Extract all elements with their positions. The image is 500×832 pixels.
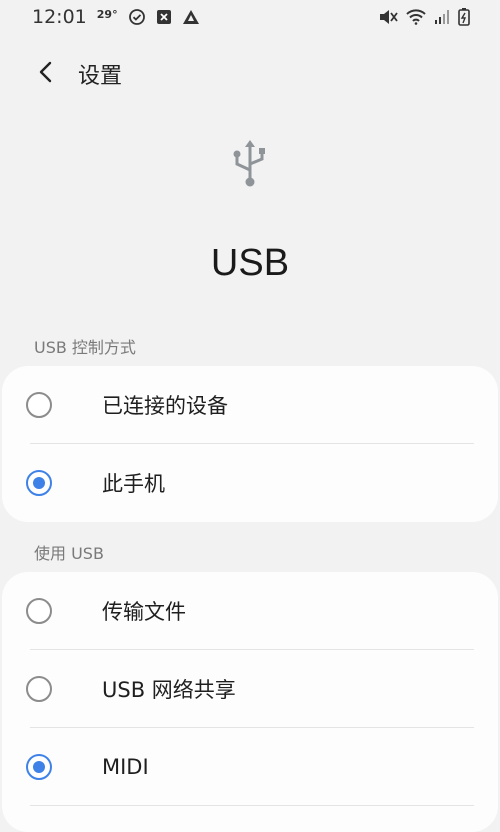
radio-button[interactable] xyxy=(26,676,52,702)
section-label-use: 使用 USB xyxy=(34,544,104,563)
section-label-control: USB 控制方式 xyxy=(34,338,136,357)
option-connected-device[interactable]: 已连接的设备 xyxy=(2,366,498,444)
signal-icon xyxy=(434,9,450,25)
control-card: 已连接的设备 此手机 xyxy=(2,366,498,522)
option-label: 传输文件 xyxy=(102,600,186,624)
usb-icon xyxy=(228,138,272,194)
option-label: 此手机 xyxy=(102,472,165,496)
radio-button-selected[interactable] xyxy=(26,470,52,496)
radio-button-selected[interactable] xyxy=(26,754,52,780)
status-left: 12:01 29° xyxy=(32,6,200,28)
option-label: USB 网络共享 xyxy=(102,678,236,702)
option-label: 已连接的设备 xyxy=(102,394,228,418)
header-title: 设置 xyxy=(78,64,123,89)
radio-button[interactable] xyxy=(26,598,52,624)
use-card: 传输文件 USB 网络共享 MIDI xyxy=(2,572,498,832)
temperature: 29° xyxy=(96,7,118,21)
wifi-icon xyxy=(406,9,426,25)
battery-icon xyxy=(458,8,470,26)
check-circle-icon xyxy=(128,8,146,26)
option-usb-tethering[interactable]: USB 网络共享 xyxy=(2,650,498,728)
option-this-phone[interactable]: 此手机 xyxy=(2,444,498,522)
chevron-left-icon xyxy=(38,60,54,88)
mute-icon xyxy=(378,8,398,26)
radio-button[interactable] xyxy=(26,392,52,418)
clock: 12:01 xyxy=(32,6,87,28)
option-transfer-files[interactable]: 传输文件 xyxy=(2,572,498,650)
option-midi[interactable]: MIDI xyxy=(2,728,498,806)
app-logo-icon xyxy=(182,9,200,25)
option-label: MIDI xyxy=(102,755,149,779)
back-button[interactable] xyxy=(26,54,66,94)
divider xyxy=(30,805,474,806)
status-bar: 12:01 29° xyxy=(0,0,500,34)
page-title: USB xyxy=(210,242,290,284)
status-right xyxy=(378,8,470,26)
app-header: 设置 xyxy=(0,52,500,96)
close-box-icon xyxy=(156,9,172,25)
